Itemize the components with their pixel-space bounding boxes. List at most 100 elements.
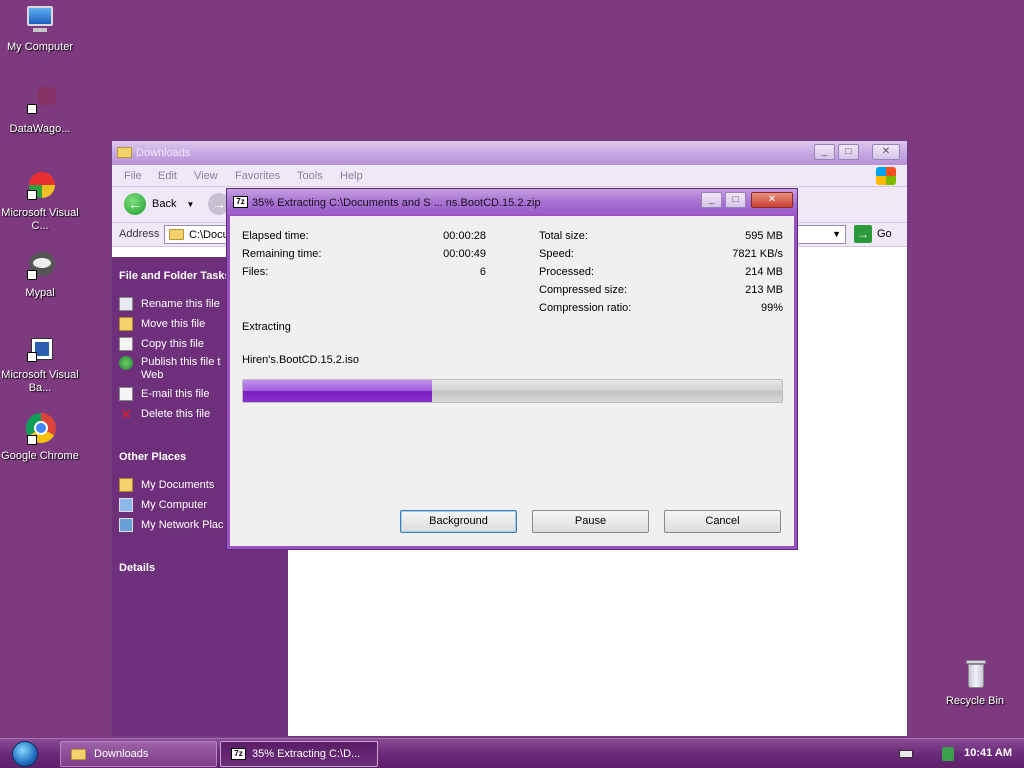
task-email-file[interactable]: E-mail this file [119, 386, 209, 402]
desktop-icon-datawagon[interactable]: ↗ DataWago... [0, 86, 80, 136]
tray-clock[interactable]: 10:41 AM [964, 747, 1012, 759]
place-label: My Network Plac [141, 519, 224, 531]
extract-progress-dialog[interactable]: 7z 35% Extracting C:\Documents and S ...… [226, 188, 798, 550]
shortcut-icon: ↗ [23, 86, 57, 120]
explorer-titlebar[interactable]: Downloads _ □ ✕ [112, 141, 907, 165]
remaining-time-value: 00:00:49 [443, 248, 486, 260]
extract-progress-bar [242, 379, 783, 403]
task-label: Publish this file t [141, 356, 221, 368]
maximize-button[interactable]: □ [838, 144, 859, 160]
explorer-title: Downloads [136, 147, 191, 159]
total-size-label: Total size: [539, 230, 588, 242]
menu-favorites[interactable]: Favorites [235, 170, 280, 182]
menu-bar: File Edit View Favorites Tools Help [112, 165, 907, 187]
delete-icon: ✕ [120, 406, 132, 422]
details-header[interactable]: Details [119, 562, 155, 574]
desktop-icon-my-computer[interactable]: My Computer [0, 4, 80, 54]
windows-start-icon [12, 741, 38, 767]
total-size-value: 595 MB [745, 230, 783, 242]
dialog-titlebar[interactable]: 7z 35% Extracting C:\Documents and S ...… [227, 189, 797, 215]
back-label: Back [152, 198, 177, 210]
go-arrow-icon: → [854, 225, 872, 243]
copy-icon [119, 337, 133, 351]
tasks-header[interactable]: File and Folder Tasks [119, 270, 231, 282]
keyboard-icon[interactable] [899, 750, 913, 758]
dialog-close-button[interactable]: ✕ [751, 192, 793, 208]
task-label: Copy this file [141, 338, 204, 350]
taskbar-item-extracting[interactable]: 7z 35% Extracting C:\D... [220, 741, 378, 767]
desktop-icon-mypal[interactable]: ↗ Mypal [0, 250, 80, 300]
progress-fill [243, 380, 432, 402]
place-my-network[interactable]: My Network Plac [119, 517, 224, 533]
status-text: Extracting [242, 321, 291, 333]
compression-ratio-label: Compression ratio: [539, 302, 632, 314]
folder-icon [117, 147, 132, 158]
dialog-maximize-button[interactable]: □ [725, 192, 746, 208]
visual-c-icon: ↗ [23, 170, 57, 204]
desktop-icon-google-chrome[interactable]: ↗ Google Chrome [0, 413, 80, 463]
menu-edit[interactable]: Edit [158, 170, 177, 182]
speed-label: Speed: [539, 248, 574, 260]
other-places-header[interactable]: Other Places [119, 451, 186, 463]
taskbar: Downloads 7z 35% Extracting C:\D... 10:4… [0, 738, 1024, 768]
go-button[interactable]: → Go [854, 225, 892, 243]
dialog-body: Elapsed time: 00:00:28 Remaining time: 0… [230, 216, 794, 546]
background-button[interactable]: Background [400, 510, 517, 533]
task-publish-file[interactable]: Publish this file t Web [119, 356, 220, 386]
files-value: 6 [479, 266, 486, 278]
windows-logo-icon [876, 167, 896, 185]
desktop-icon-visual-basic[interactable]: ↗ Microsoft Visual Ba... [0, 332, 80, 395]
network-icon [119, 518, 133, 532]
start-button[interactable] [6, 740, 44, 768]
mypal-icon: ↗ [23, 250, 57, 284]
minimize-button[interactable]: _ [814, 144, 835, 160]
task-copy-file[interactable]: Copy this file [119, 336, 204, 352]
menu-file[interactable]: File [124, 170, 142, 182]
files-label: Files: [242, 266, 269, 278]
task-move-file[interactable]: Move this file [119, 316, 205, 332]
my-documents-icon [119, 478, 133, 492]
place-my-computer[interactable]: My Computer [119, 497, 207, 513]
cancel-button[interactable]: Cancel [664, 510, 781, 533]
task-rename-file[interactable]: Rename this file [119, 296, 220, 312]
pause-button[interactable]: Pause [532, 510, 649, 533]
rename-icon [119, 297, 133, 311]
address-label: Address [119, 228, 160, 240]
back-button[interactable]: ← Back ▼ [124, 193, 194, 215]
recycle-bin-icon [958, 658, 992, 692]
back-arrow-icon: ← [124, 193, 146, 215]
elapsed-time-value: 00:00:28 [443, 230, 486, 242]
task-delete-file[interactable]: ✕ Delete this file [119, 406, 210, 422]
desktop-icon-recycle-bin[interactable]: Recycle Bin [935, 658, 1015, 708]
folder-icon [169, 229, 184, 240]
processed-value: 214 MB [745, 266, 783, 278]
chevron-down-icon: ▼ [186, 199, 195, 209]
address-value: C:\Docu [189, 229, 229, 241]
network-tray-icon[interactable] [942, 747, 954, 761]
speed-value: 7821 KB/s [732, 248, 783, 260]
computer-icon [23, 4, 57, 38]
move-icon [119, 317, 133, 331]
task-label: Delete this file [141, 408, 211, 420]
task-label: Rename this file [141, 298, 220, 310]
task-label-continued: Web [141, 369, 164, 381]
close-button[interactable]: ✕ [872, 144, 900, 160]
desktop-icon-visual-c[interactable]: ↗ Microsoft Visual C... [0, 170, 80, 233]
chevron-down-icon[interactable]: ▼ [832, 229, 841, 239]
dialog-minimize-button[interactable]: _ [701, 192, 722, 208]
taskbar-item-downloads[interactable]: Downloads [60, 741, 217, 767]
desktop-icon-label: Microsoft Visual C... [1, 207, 79, 232]
compressed-size-value: 213 MB [745, 284, 783, 296]
menu-view[interactable]: View [194, 170, 218, 182]
desktop-icon-label: Recycle Bin [945, 695, 1005, 707]
elapsed-time-label: Elapsed time: [242, 230, 309, 242]
desktop-icon-label: Microsoft Visual Ba... [1, 369, 79, 394]
place-my-documents[interactable]: My Documents [119, 477, 214, 493]
email-icon [119, 387, 133, 401]
current-file-name: Hiren's.BootCD.15.2.iso [242, 354, 360, 366]
7zip-icon: 7z [233, 196, 248, 208]
processed-label: Processed: [539, 266, 595, 278]
taskbar-item-label: Downloads [94, 748, 149, 760]
menu-help[interactable]: Help [340, 170, 363, 182]
menu-tools[interactable]: Tools [297, 170, 323, 182]
